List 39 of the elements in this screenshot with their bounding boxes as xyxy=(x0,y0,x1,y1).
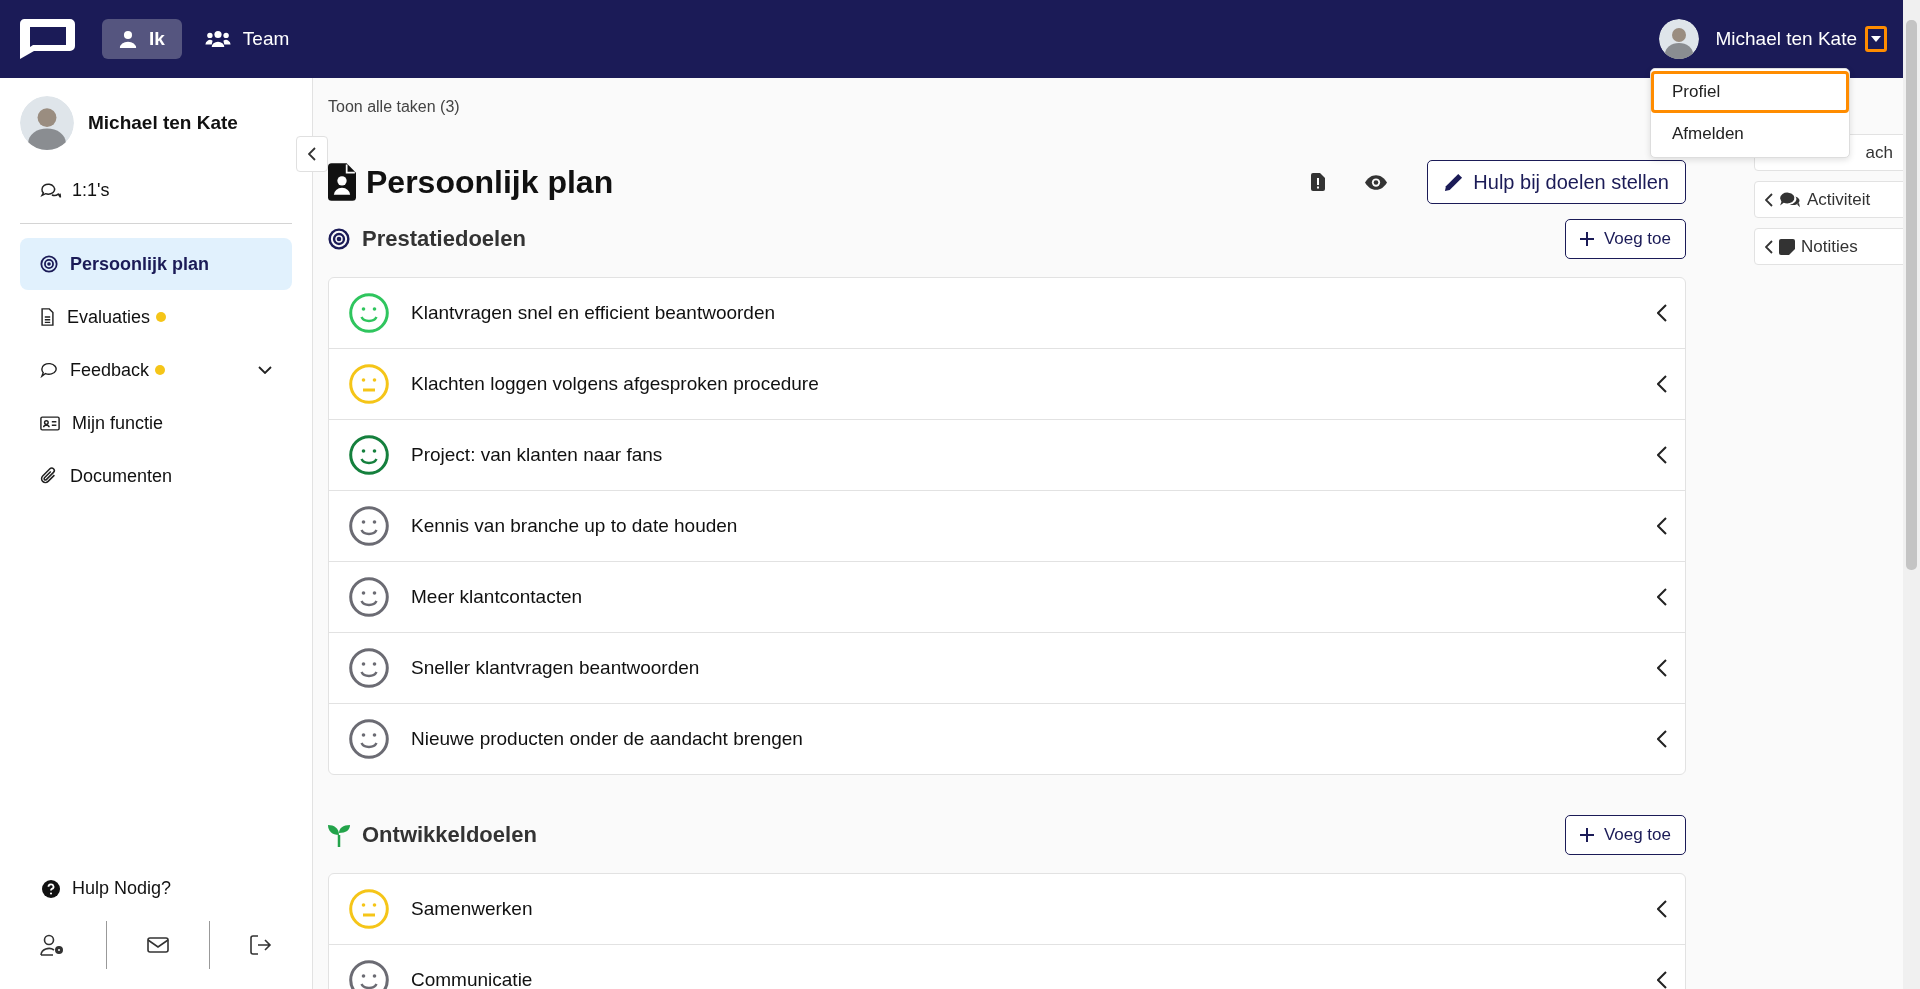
section-title: Ontwikkeldoelen xyxy=(362,822,537,848)
goal-row[interactable]: Sneller klantvragen beantwoorden xyxy=(329,632,1685,703)
profile-name: Michael ten Kate xyxy=(88,112,238,134)
goal-title: Kennis van branche up to date houden xyxy=(411,515,738,537)
add-button[interactable]: Voeg toe xyxy=(1564,219,1686,259)
goal-title: Klantvragen snel en efficient beantwoorden xyxy=(411,302,776,324)
goal-title: Meer klantcontacten xyxy=(411,586,583,608)
sidebar-item[interactable]: Feedback xyxy=(20,344,292,396)
section-title: Prestatiedoelen xyxy=(362,226,526,252)
sidebar-item[interactable]: Evaluaties xyxy=(20,291,292,343)
nav-tab[interactable]: Team xyxy=(187,19,307,59)
goal-title: Sneller klantvragen beantwoorden xyxy=(411,657,700,679)
goal-row[interactable]: Kennis van branche up to date houden xyxy=(329,490,1685,561)
side-panel-tab[interactable]: Notities xyxy=(1754,228,1904,265)
sidebar-item[interactable]: Documenten xyxy=(20,450,292,502)
goal-title: Communicatie xyxy=(411,969,533,989)
goal-row[interactable]: Meer klantcontacten xyxy=(329,561,1685,632)
help-goals-button[interactable]: Hulp bij doelen stellen xyxy=(1427,160,1686,204)
side-panel-tab[interactable]: Activiteit xyxy=(1754,181,1904,218)
goal-row[interactable]: Samenwerken xyxy=(329,874,1685,944)
goal-title: Klachten loggen volgens afgesproken procedure xyxy=(411,373,819,395)
page-title: Persoonlijk plan xyxy=(366,163,614,201)
goal-title: Nieuwe producten onder de aandacht brengen xyxy=(411,728,803,750)
goal-row[interactable]: Klantvragen snel en efficient beantwoorden xyxy=(329,278,1685,348)
goal-row[interactable]: Klachten loggen volgens afgesproken procedure xyxy=(329,348,1685,419)
user-name[interactable]: Michael ten Kate xyxy=(1715,28,1857,50)
goal-title: Samenwerken xyxy=(411,898,533,920)
sidebar-item[interactable]: Mijn functie xyxy=(20,397,292,449)
menu-item[interactable]: Afmelden xyxy=(1651,113,1849,155)
goal-row[interactable]: Nieuwe producten onder de aandacht brengen xyxy=(329,703,1685,774)
sidebar-item[interactable]: Persoonlijk plan xyxy=(20,238,292,290)
nav-tab[interactable]: Ik xyxy=(102,19,182,59)
goal-row[interactable]: Communicatie xyxy=(329,944,1685,989)
goal-row[interactable]: Project: van klanten naar fans xyxy=(329,419,1685,490)
goal-title: Project: van klanten naar fans xyxy=(411,444,663,466)
menu-item[interactable]: Profiel xyxy=(1651,71,1849,113)
help-link[interactable]: Hulp Nodig? xyxy=(72,878,172,899)
add-button[interactable]: Voeg toe xyxy=(1564,815,1686,855)
one-on-ones-link[interactable]: 1:1's xyxy=(72,180,110,201)
